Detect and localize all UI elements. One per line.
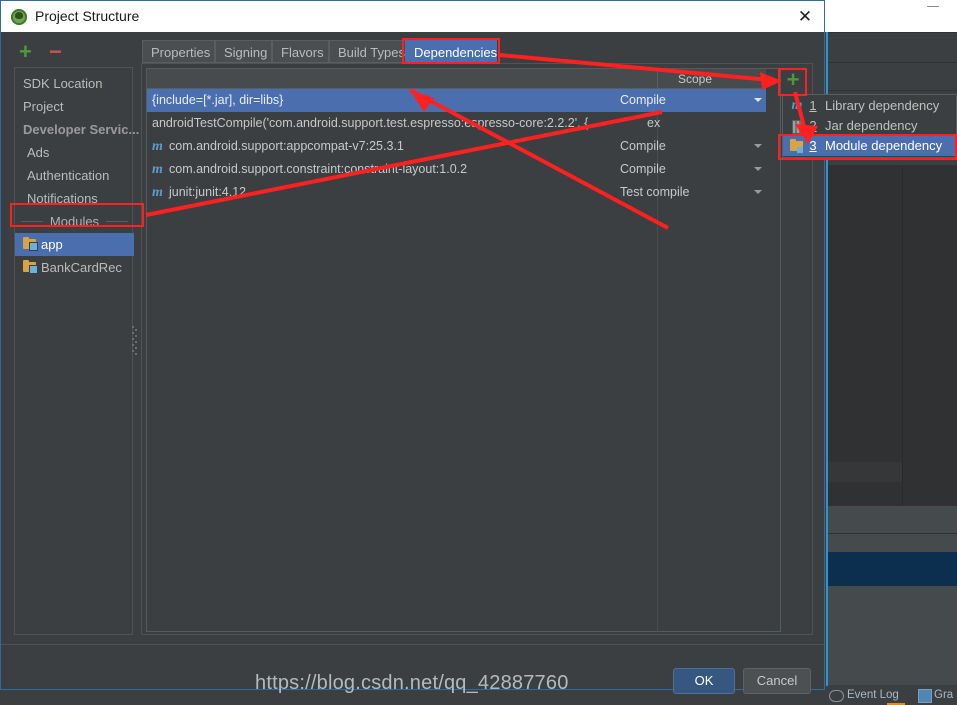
menu-item-label: Module dependency <box>825 138 943 153</box>
table-header-row: Scope <box>147 69 780 89</box>
sidebar-item-bankcardrec[interactable]: BankCardRec <box>15 256 134 279</box>
dependency-scope[interactable]: Compile <box>620 158 740 181</box>
chevron-down-icon[interactable] <box>754 144 762 148</box>
dependency-scope[interactable]: Compile <box>620 135 740 158</box>
sidebar-remove-button[interactable]: − <box>49 41 62 63</box>
event-log-bubble-icon <box>829 690 844 702</box>
sidebar-list: SDK Location Project Developer Servic...… <box>14 67 139 635</box>
page-title: Project Structure <box>35 8 140 24</box>
table-scrollbar[interactable] <box>766 69 780 631</box>
column-header-scope: Scope <box>677 72 713 86</box>
screenshot-root: Project Structure ✕ + − SDK Location Pro… <box>0 0 957 705</box>
ide-status-bar: Event Log Gra <box>826 686 957 705</box>
sidebar-item-notifications[interactable]: Notifications <box>15 187 134 210</box>
tab-properties[interactable]: Properties <box>142 40 215 63</box>
tab-dependencies[interactable]: Dependencies <box>405 40 497 63</box>
menu-item-shortcut: 3 <box>809 138 817 153</box>
module-folder-icon <box>23 260 38 274</box>
chevron-down-icon[interactable] <box>754 98 762 102</box>
jar-icon <box>789 118 805 134</box>
table-row[interactable]: m com.android.support.constraint:constra… <box>147 158 780 181</box>
bg-divider <box>826 90 957 91</box>
menu-item-library-dependency[interactable]: m 1 Library dependency <box>783 96 956 116</box>
sidebar-item-label: app <box>41 237 63 252</box>
menu-item-label: Jar dependency <box>825 118 918 133</box>
bg-toolwindow-band <box>826 586 957 685</box>
status-gradle[interactable]: Gra <box>934 689 953 701</box>
sidebar-item-sdk-location[interactable]: SDK Location <box>15 72 134 95</box>
menu-item-shortcut: 1 <box>809 98 817 113</box>
sidebar-item-label: BankCardRec <box>41 260 122 275</box>
bg-toolwindow-band <box>826 506 957 533</box>
ok-button[interactable]: OK <box>673 668 735 694</box>
sidebar-separator-modules: Modules <box>15 210 134 233</box>
bg-divider <box>826 62 957 63</box>
sidebar-separator-label: Modules <box>49 214 100 229</box>
footer-divider <box>1 644 824 645</box>
android-studio-icon <box>11 9 27 25</box>
dependency-name: com.android.support:appcompat-v7:25.3.1 <box>169 139 404 153</box>
table-row[interactable]: androidTestCompile('com.android.support.… <box>147 112 780 135</box>
dependency-name: junit:junit:4.12 <box>169 185 247 199</box>
ide-minimize-icon[interactable] <box>927 6 939 7</box>
sidebar-toolbar: + − <box>9 39 129 65</box>
table-row[interactable]: m com.android.support:appcompat-v7:25.3.… <box>147 135 780 158</box>
add-dependency-menu: m 1 Library dependency 2 Jar dependency … <box>782 94 957 158</box>
sidebar-item-app[interactable]: app <box>15 233 134 256</box>
add-dependency-button[interactable]: + <box>782 69 804 92</box>
close-icon[interactable]: ✕ <box>792 5 818 29</box>
maven-m-icon: m <box>152 162 163 177</box>
bg-editor-split <box>902 166 903 506</box>
chevron-down-icon[interactable] <box>754 167 762 171</box>
menu-item-label: Library dependency <box>825 98 940 113</box>
sidebar-group-developer-services[interactable]: Developer Servic... <box>15 118 139 141</box>
status-event-log[interactable]: Event Log <box>847 689 899 701</box>
dependency-name: androidTestCompile('com.android.support.… <box>152 116 589 130</box>
dependency-scope[interactable]: Compile <box>620 89 740 112</box>
dependency-extra: ex <box>647 116 661 130</box>
sidebar-item-ads[interactable]: Ads <box>15 141 134 164</box>
bg-divider <box>826 32 957 33</box>
chevron-down-icon[interactable] <box>754 190 762 194</box>
dependency-name: {include=[*.jar], dir=libs} <box>152 93 284 107</box>
sidebar-splitter-handle[interactable] <box>132 326 137 358</box>
bg-editor-strip <box>826 462 902 482</box>
maven-m-icon: m <box>152 185 163 200</box>
bg-selected-row <box>826 552 957 586</box>
bg-toolwindow-band <box>826 534 957 552</box>
menu-item-jar-dependency[interactable]: 2 Jar dependency <box>783 116 956 136</box>
dependencies-table: Scope {include=[*.jar], dir=libs} Compil… <box>146 68 781 632</box>
menu-item-shortcut: 2 <box>809 118 817 133</box>
dialog-titlebar: Project Structure ✕ <box>1 1 824 32</box>
tab-build-types[interactable]: Build Types <box>329 40 410 63</box>
table-row[interactable]: m junit:junit:4.12 Test compile <box>147 181 780 204</box>
bg-editor-panel <box>826 166 957 506</box>
maven-m-icon: m <box>152 139 163 154</box>
project-structure-dialog: Project Structure ✕ + − SDK Location Pro… <box>0 0 825 694</box>
sidebar-item-authentication[interactable]: Authentication <box>15 164 134 187</box>
sidebar-item-project[interactable]: Project <box>15 95 134 118</box>
dependency-scope[interactable]: Test compile <box>620 181 740 204</box>
tab-signing[interactable]: Signing <box>215 40 272 63</box>
module-folder-icon <box>23 237 38 251</box>
watermark: https://blog.csdn.net/qq_42887760 <box>255 672 569 694</box>
sidebar-add-button[interactable]: + <box>19 41 32 63</box>
cancel-button[interactable]: Cancel <box>743 668 811 694</box>
maven-m-icon: m <box>791 98 803 113</box>
gradle-icon <box>918 689 932 703</box>
dependency-name: com.android.support.constraint:constrain… <box>169 162 468 176</box>
menu-item-module-dependency[interactable]: 3 Module dependency <box>783 136 956 156</box>
tab-flavors[interactable]: Flavors <box>272 40 329 63</box>
table-row[interactable]: {include=[*.jar], dir=libs} Compile <box>147 89 780 112</box>
module-folder-icon <box>789 138 805 154</box>
